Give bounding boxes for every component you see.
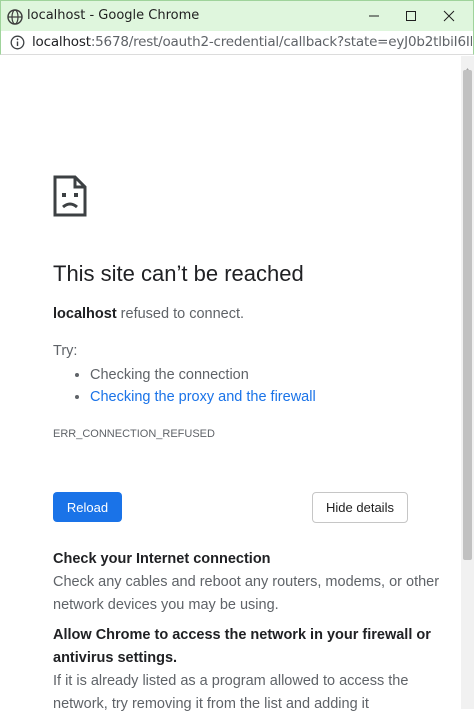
window-title: localhost - Google Chrome — [27, 8, 200, 23]
try-label: Try: — [53, 343, 78, 359]
suggestion-list: Checking the connection Checking the pro… — [53, 364, 316, 408]
reload-button[interactable]: Reload — [53, 492, 122, 522]
close-icon — [443, 10, 455, 22]
url-host: localhost — [32, 34, 91, 50]
details-section-body: Check any cables and reboot any routers,… — [53, 574, 440, 613]
maximize-icon — [406, 11, 416, 21]
error-message-text: refused to connect. — [116, 306, 245, 322]
error-code: ERR_CONNECTION_REFUSED — [53, 428, 215, 440]
scrollbar-thumb[interactable] — [463, 70, 472, 560]
suggestion-check-connection: Checking the connection — [90, 367, 249, 383]
error-heading: This site can’t be reached — [53, 261, 304, 286]
globe-icon — [7, 9, 23, 25]
minimize-icon — [369, 15, 379, 17]
error-host: localhost — [53, 306, 117, 322]
hide-details-button[interactable]: Hide details — [312, 492, 408, 523]
maximize-button[interactable] — [400, 6, 422, 26]
sad-page-icon — [53, 175, 87, 222]
error-message: localhost refused to connect. — [53, 306, 244, 322]
details-section-title: Check your Internet connection — [53, 551, 271, 567]
info-icon[interactable] — [10, 35, 25, 55]
vertical-scrollbar[interactable] — [461, 56, 474, 709]
url-text[interactable]: localhost:5678/rest/oauth2-credential/ca… — [32, 34, 472, 50]
details-section-title: Allow Chrome to access the network in yo… — [53, 627, 431, 666]
suggestion-item: Checking the connection — [90, 364, 316, 386]
url-path: :5678/rest/oauth2-credential/callback?st… — [90, 34, 472, 50]
suggestion-item[interactable]: Checking the proxy and the firewall — [90, 386, 316, 408]
address-bar[interactable]: localhost:5678/rest/oauth2-credential/ca… — [0, 31, 474, 55]
details-section-body: If it is already listed as a program all… — [53, 673, 409, 712]
close-button[interactable] — [438, 6, 460, 26]
window-titlebar[interactable]: localhost - Google Chrome — [0, 0, 474, 31]
suggestion-proxy-firewall-link[interactable]: Checking the proxy and the firewall — [90, 389, 316, 405]
minimize-button[interactable] — [363, 6, 385, 26]
